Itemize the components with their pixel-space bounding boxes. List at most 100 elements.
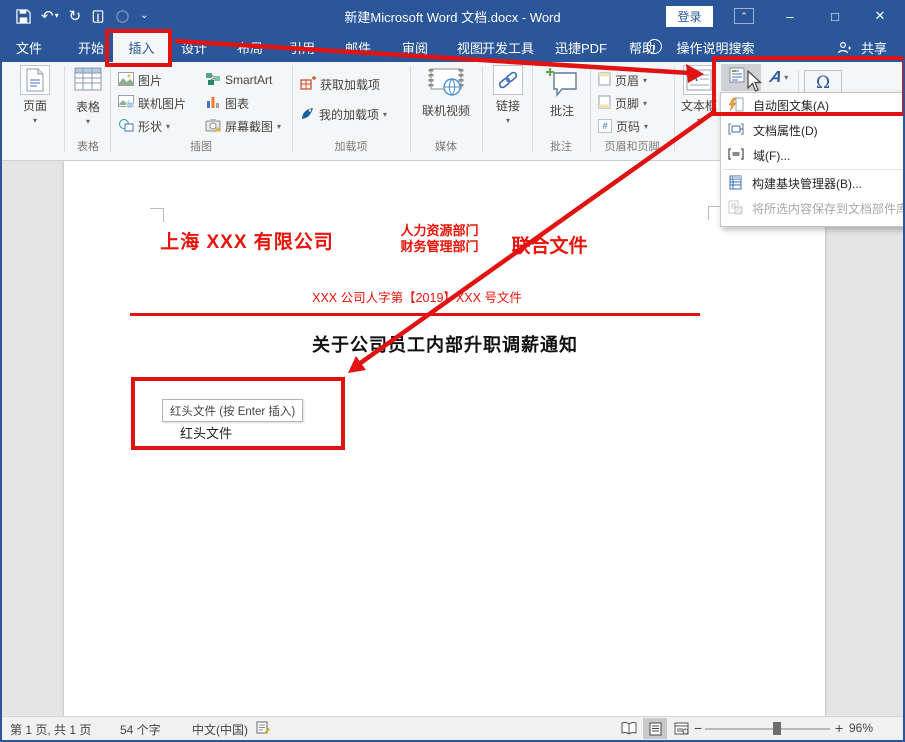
group-divider — [674, 66, 675, 152]
tab-insert[interactable]: 插入 — [113, 32, 170, 62]
chart-button[interactable]: 图表 — [205, 93, 249, 113]
read-mode-button[interactable] — [617, 718, 641, 739]
links-button[interactable]: 链接 ▾ — [486, 65, 530, 125]
quick-parts-button[interactable]: ▾ — [721, 64, 761, 91]
minimize-button[interactable]: – — [770, 0, 810, 32]
menu-item-label: 自动图文集(A) — [753, 97, 829, 114]
tell-me-search[interactable]: 操作说明搜索 — [668, 32, 763, 62]
link-icon — [493, 65, 523, 95]
wordart-button[interactable]: A ▾ — [763, 64, 795, 91]
menu-separator — [723, 169, 905, 170]
share-button[interactable]: 共享 — [852, 32, 896, 62]
doc-red-divider-line — [130, 313, 700, 316]
pages-label: 页面 — [23, 97, 47, 114]
online-video-label: 联机视频 — [422, 102, 470, 119]
get-addins-button[interactable]: 获取加载项 — [300, 74, 380, 94]
header-caret-icon: ▾ — [643, 76, 647, 85]
login-button[interactable]: 登录 — [666, 6, 713, 27]
web-layout-button[interactable] — [669, 718, 693, 739]
screenshot-label: 屏幕截图 — [225, 118, 273, 135]
comment-icon — [546, 67, 578, 100]
lightbulb-icon: i — [647, 39, 662, 54]
proofing-icon[interactable] — [256, 720, 270, 738]
textbox-label: 文本框 — [681, 97, 717, 114]
header-label: 页眉 — [615, 72, 639, 89]
page-number-icon: # — [598, 119, 612, 133]
menu-item-document-property[interactable]: 文档属性(D) — [721, 118, 905, 143]
save-selection-icon — [728, 200, 743, 218]
group-label-table: 表格 — [66, 138, 110, 154]
picture-button[interactable]: 图片 — [118, 70, 162, 90]
group-divider — [64, 66, 65, 152]
page-number-label: 页码 — [616, 118, 640, 135]
page-indicator[interactable]: 第 1 页, 共 1 页 — [10, 721, 91, 738]
ribbon-display-options-icon[interactable]: ⌃ — [734, 8, 754, 24]
shapes-caret-icon: ▾ — [166, 122, 170, 131]
textbox-button[interactable]: A 文本框 ▾ — [678, 65, 720, 125]
omega-icon: Ω — [816, 73, 830, 93]
pages-caret-icon: ▾ — [33, 116, 37, 125]
page-number-button[interactable]: # 页码 ▾ — [598, 116, 648, 136]
zoom-level[interactable]: 96% — [849, 721, 873, 735]
screenshot-button[interactable]: 屏幕截图 ▾ — [205, 116, 281, 136]
tab-pdf[interactable]: 迅捷PDF — [551, 32, 611, 62]
tab-file[interactable]: 文件 — [7, 32, 51, 62]
my-addins-label: 我的加载项 — [319, 106, 379, 123]
tab-design[interactable]: 设计 — [172, 32, 216, 62]
store-icon — [300, 76, 316, 93]
autotext-icon — [728, 97, 744, 115]
page-number-caret-icon: ▾ — [644, 122, 648, 131]
comment-button[interactable]: 批注 — [536, 67, 588, 119]
group-label-illustrations: 插图 — [110, 138, 292, 154]
table-button[interactable]: 表格 ▾ — [66, 65, 110, 126]
menu-item-autotext[interactable]: 自动图文集(A) — [721, 93, 905, 118]
shapes-button[interactable]: 形状 ▾ — [118, 116, 170, 136]
quick-parts-caret-icon[interactable]: ▾ — [748, 73, 752, 82]
document-property-icon — [728, 122, 744, 139]
my-addins-caret-icon: ▾ — [383, 110, 387, 119]
zoom-out-button[interactable]: − — [694, 720, 702, 736]
zoom-in-button[interactable]: + — [835, 720, 843, 736]
table-label: 表格 — [76, 98, 100, 115]
footer-icon — [598, 95, 611, 112]
menu-item-field[interactable]: 域(F)... — [721, 143, 905, 168]
doc-departments: 人力资源部门 财务管理部门 — [392, 223, 487, 255]
screenshot-icon — [205, 118, 221, 135]
menu-item-building-blocks-organizer[interactable]: 构建基块管理器(B)... — [721, 171, 905, 196]
tab-mailings[interactable]: 邮件 — [336, 32, 380, 62]
wordart-icon: A — [768, 69, 783, 87]
my-addins-button[interactable]: 我的加载项 ▾ — [300, 104, 387, 124]
online-video-icon — [428, 67, 464, 100]
typed-text[interactable]: 红头文件 — [180, 423, 232, 442]
online-video-button[interactable]: 联机视频 — [412, 67, 480, 119]
svg-text:A: A — [690, 72, 698, 84]
header-button[interactable]: 页眉 ▾ — [598, 70, 647, 90]
zoom-slider-thumb[interactable] — [773, 722, 781, 735]
footer-button[interactable]: 页脚 ▾ — [598, 93, 647, 113]
tab-review[interactable]: 审阅 — [393, 32, 437, 62]
links-caret-icon: ▾ — [506, 116, 510, 125]
quick-parts-icon — [729, 67, 745, 88]
table-icon — [73, 65, 103, 96]
maximize-button[interactable]: □ — [815, 0, 855, 32]
pages-icon — [20, 65, 50, 95]
zoom-slider-track[interactable] — [705, 728, 830, 730]
word-window: ↶▾ ↻ ⌄ 新建Microsoft Word 文档.docx - Word 登… — [0, 0, 905, 742]
print-layout-button[interactable] — [643, 718, 667, 739]
word-count[interactable]: 54 个字 — [120, 721, 161, 738]
smartart-button[interactable]: SmartArt — [205, 70, 272, 90]
doc-dept-2: 财务管理部门 — [392, 239, 487, 255]
tab-developer[interactable]: 开发工具 — [475, 32, 541, 62]
tab-layout[interactable]: 布局 — [228, 32, 272, 62]
online-pictures-button[interactable]: 联机图片 — [118, 93, 186, 113]
close-button[interactable]: ✕ — [860, 0, 900, 32]
tab-references[interactable]: 引用 — [280, 32, 324, 62]
menu-item-label: 域(F)... — [753, 147, 790, 164]
group-label-media: 媒体 — [410, 138, 482, 154]
doc-file-number: XXX 公司人字第【2019】XXX 号文件 — [262, 287, 572, 306]
language-indicator[interactable]: 中文(中国) — [192, 721, 248, 738]
menu-item-save-selection: 将所选内容保存到文档部件库 — [721, 196, 905, 221]
pages-button[interactable]: 页面 ▾ — [10, 65, 60, 125]
share-person-icon — [837, 41, 851, 60]
tab-home[interactable]: 开始 — [69, 32, 113, 62]
